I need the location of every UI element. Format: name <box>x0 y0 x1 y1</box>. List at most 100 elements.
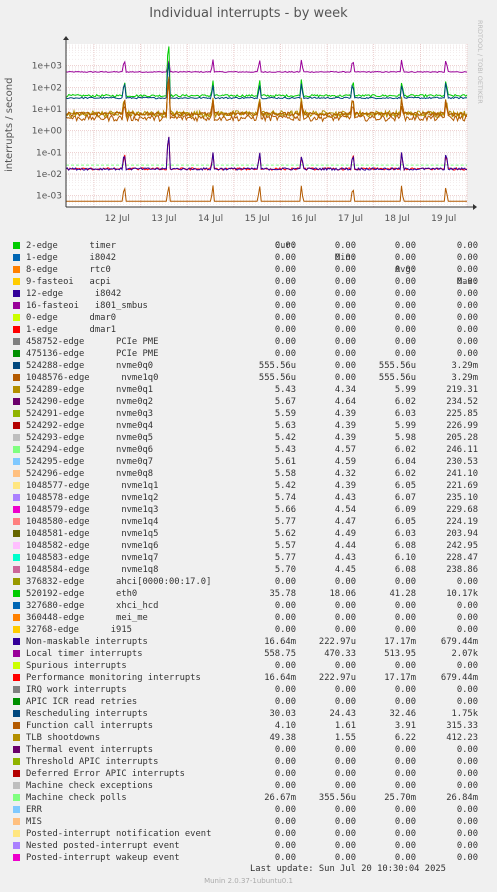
legend-swatch <box>13 494 20 501</box>
legend-swatch <box>13 686 20 693</box>
legend-avg: 0.00 <box>394 337 416 347</box>
legend-max: 235.10 <box>446 493 478 503</box>
legend-cur: 5.57 <box>274 541 296 551</box>
legend-min: 4.64 <box>334 397 356 407</box>
legend-name: 1-edge dmar1 <box>26 325 117 335</box>
legend-cur: 49.38 <box>269 733 296 743</box>
legend-min: 4.49 <box>334 529 356 539</box>
legend-min: 4.44 <box>334 541 356 551</box>
legend-swatch <box>13 782 20 789</box>
legend-name: 0-edge dmar0 <box>26 313 117 323</box>
legend-max: 0.00 <box>456 625 478 635</box>
y-tick-label: 1e-03 <box>36 192 62 202</box>
legend-swatch <box>13 482 20 489</box>
legend-swatch <box>13 698 20 705</box>
legend-name: Threshold APIC interrupts <box>26 757 159 767</box>
legend-min: 0.00 <box>334 781 356 791</box>
legend-row: 2-edge timer 0.00 0.00 0.00 0.00 <box>10 240 490 252</box>
legend-avg: 0.00 <box>394 241 416 251</box>
legend-row: 1048579-edge nvme1q3 5.66 4.54 6.09 229.68 <box>10 504 490 516</box>
legend-row: Machine check exceptions 0.00 0.00 0.00 0.00 <box>10 780 490 792</box>
legend-row: 475136-edge PCIe PME 0.00 0.00 0.00 0.00 <box>10 348 490 360</box>
legend-row: Performance monitoring interrupts 16.64m 2… <box>10 672 490 684</box>
legend-min: 1.61 <box>334 721 356 731</box>
legend-cur: 0.00 <box>274 601 296 611</box>
legend-avg: 0.00 <box>394 841 416 851</box>
legend-avg: 0.00 <box>394 601 416 611</box>
y-tick-label: 1e+00 <box>32 127 63 137</box>
legend-max: 3.29m <box>451 373 478 383</box>
legend-swatch <box>13 254 20 261</box>
y-tick-label: 1e-02 <box>36 170 62 180</box>
legend-cur: 0.00 <box>274 349 296 359</box>
legend-row: 524290-edge nvme0q2 5.67 4.64 6.02 234.52 <box>10 396 490 408</box>
legend-name: 524290-edge nvme0q2 <box>26 397 154 407</box>
legend-row: 1048581-edge nvme1q5 5.62 4.49 6.03 203.94 <box>10 528 490 540</box>
legend-row: 524293-edge nvme0q5 5.42 4.39 5.98 205.28 <box>10 432 490 444</box>
legend-min: 4.57 <box>334 445 356 455</box>
legend-name: 2-edge timer <box>26 241 117 251</box>
legend-avg: 0.00 <box>394 265 416 275</box>
legend-max: 0.00 <box>456 745 478 755</box>
legend-cur: 0.00 <box>274 301 296 311</box>
legend-min: 0.00 <box>334 745 356 755</box>
legend-row: 1-edge dmar1 0.00 0.00 0.00 0.00 <box>10 324 490 336</box>
legend-name: Thermal event interrupts <box>26 745 154 755</box>
legend-max: 241.10 <box>446 469 478 479</box>
legend-swatch <box>13 278 20 285</box>
legend-max: 0.00 <box>456 349 478 359</box>
legend-swatch <box>13 854 20 861</box>
legend-name: 1048576-edge nvme1q0 <box>26 373 159 383</box>
legend-row: Machine check polls 26.67m 355.56u 25.70m 26… <box>10 792 490 804</box>
legend-max: 219.31 <box>446 385 478 395</box>
legend-min: 4.45 <box>334 565 356 575</box>
legend-name: Non-maskable interrupts <box>26 637 148 647</box>
legend-avg: 6.02 <box>394 445 416 455</box>
x-tick-label: 15 Jul <box>245 214 270 224</box>
legend-row: Local timer interrupts 558.75 470.33 513.95… <box>10 648 490 660</box>
legend-min: 1.55 <box>334 733 356 743</box>
legend-row: 12-edge i8042 0.00 0.00 0.00 0.00 <box>10 288 490 300</box>
legend-swatch <box>13 374 20 381</box>
legend-name: 524289-edge nvme0q1 <box>26 385 154 395</box>
legend-cur: 5.70 <box>274 565 296 575</box>
legend-max: 0.00 <box>456 337 478 347</box>
legend-swatch <box>13 578 20 585</box>
legend-swatch <box>13 434 20 441</box>
legend-row: 524291-edge nvme0q3 5.59 4.39 6.03 225.85 <box>10 408 490 420</box>
legend-min: 4.39 <box>334 433 356 443</box>
legend-row: Threshold APIC interrupts 0.00 0.00 0.00 0.0… <box>10 756 490 768</box>
legend-cur: 5.74 <box>274 493 296 503</box>
x-tick-label: 13 Jul <box>151 214 176 224</box>
legend-cur: 0.00 <box>274 277 296 287</box>
legend-min: 0.00 <box>334 757 356 767</box>
legend-row: 520192-edge eth0 35.78 18.06 41.28 10.17k <box>10 588 490 600</box>
legend-max: 0.00 <box>456 313 478 323</box>
y-tick-label: 1e-01 <box>36 148 62 158</box>
legend-name: 520192-edge eth0 <box>26 589 138 599</box>
legend-row: 1048582-edge nvme1q6 5.57 4.44 6.08 242.95 <box>10 540 490 552</box>
legend-cur: 0.00 <box>274 697 296 707</box>
legend-avg: 0.00 <box>394 289 416 299</box>
legend-avg: 3.91 <box>394 721 416 731</box>
legend-min: 4.32 <box>334 469 356 479</box>
legend-name: APIC ICR read retries <box>26 697 138 707</box>
footer-version: Munin 2.0.37-1ubuntu0.1 <box>204 877 293 885</box>
legend-cur: 0.00 <box>274 325 296 335</box>
legend-row: 1048578-edge nvme1q2 5.74 4.43 6.07 235.10 <box>10 492 490 504</box>
legend-swatch <box>13 818 20 825</box>
legend-swatch <box>13 458 20 465</box>
legend-min: 4.47 <box>334 517 356 527</box>
legend-cur: 0.00 <box>274 265 296 275</box>
legend-avg: 0.00 <box>394 313 416 323</box>
legend-avg: 6.09 <box>394 505 416 515</box>
legend-cur: 0.00 <box>274 253 296 263</box>
legend-name: MIS <box>26 817 42 827</box>
legend-max: 26.84m <box>446 793 478 803</box>
legend-row: Nested posted-interrupt event 0.00 0.00 0.0… <box>10 840 490 852</box>
legend-max: 230.53 <box>446 457 478 467</box>
legend-name: Function call interrupts <box>26 721 154 731</box>
legend-row: 1-edge i8042 0.00 0.00 0.00 0.00 <box>10 252 490 264</box>
legend-min: 222.97u <box>318 673 356 683</box>
legend-cur: 558.75 <box>264 649 296 659</box>
